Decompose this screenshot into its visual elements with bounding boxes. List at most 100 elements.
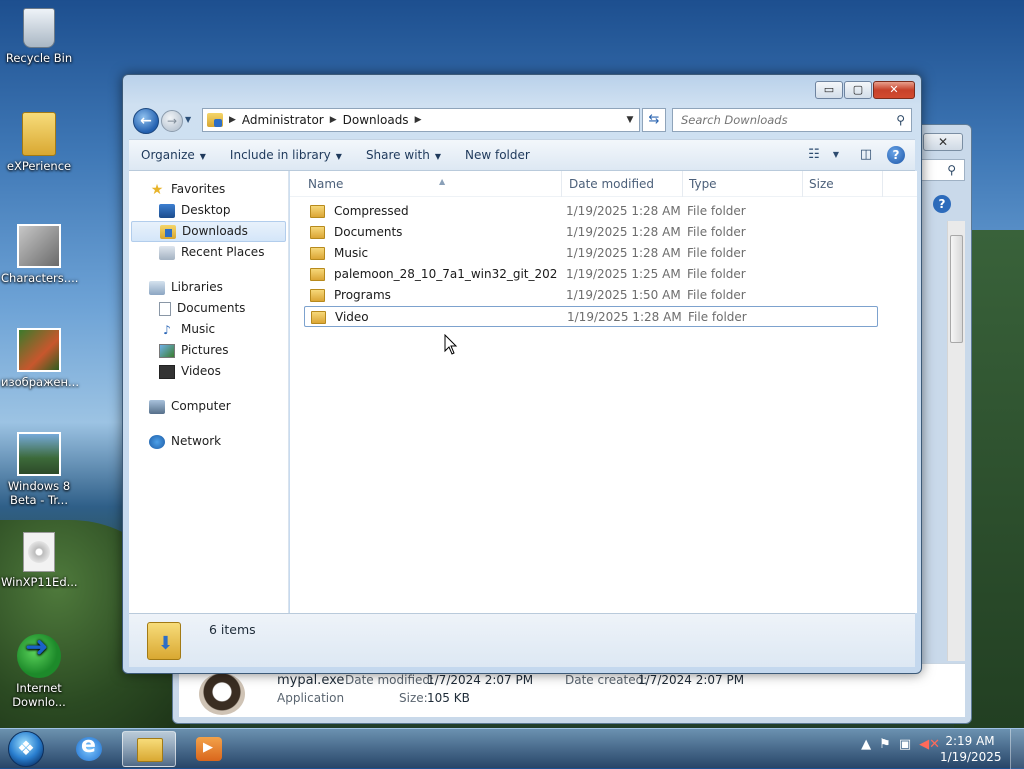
view-options-icon[interactable]: ☷ <box>799 144 829 166</box>
breadcrumb-administrator[interactable]: Administrator <box>242 113 324 127</box>
details-file-name: mypal.exe <box>277 673 345 688</box>
media-player-icon <box>196 737 222 761</box>
nav-libraries[interactable]: Libraries <box>129 277 288 298</box>
help-icon[interactable]: ? <box>887 146 905 164</box>
breadcrumb-arrow-icon[interactable]: ▶ <box>330 115 337 125</box>
back-button[interactable]: ← <box>133 108 159 134</box>
nav-documents[interactable]: Documents <box>129 298 288 319</box>
nav-desktop[interactable]: Desktop <box>129 200 288 221</box>
nav-recent-places[interactable]: Recent Places <box>129 242 288 263</box>
table-row-focused[interactable]: Video 1/19/2025 1:28 AM File folder <box>304 306 878 327</box>
preview-pane-icon[interactable]: ◫ <box>851 144 881 166</box>
arrow-right-icon: → <box>166 114 178 128</box>
details-size-label: Size: <box>399 691 428 705</box>
background-scrollbar[interactable] <box>947 221 965 661</box>
libraries-icon <box>149 280 165 295</box>
table-row[interactable]: Programs 1/19/2025 1:50 AM File folder <box>304 285 878 306</box>
breadcrumb-downloads[interactable]: Downloads <box>343 113 409 127</box>
file-date: 1/19/2025 1:28 AM <box>566 204 681 218</box>
downloads-folder-icon <box>147 622 181 660</box>
action-center-flag-icon[interactable]: ⚑ <box>879 737 891 752</box>
search-icon[interactable]: ⚲ <box>896 113 905 127</box>
details-date-modified: 1/7/2024 2:07 PM <box>427 673 534 687</box>
desktop-icon-idm[interactable]: Internet Downlo... <box>1 634 77 709</box>
show-desktop-button[interactable] <box>1010 729 1024 769</box>
volume-muted-icon[interactable]: ◀✕ <box>919 737 940 752</box>
nav-music[interactable]: ♪ Music <box>129 319 288 340</box>
image-icon <box>17 224 61 268</box>
desktop-icon-windows8[interactable]: Windows 8 Beta - Tr... <box>1 432 77 507</box>
maximize-button[interactable]: ▢ <box>844 81 872 99</box>
table-row[interactable]: Music 1/19/2025 1:28 AM File folder <box>304 243 878 264</box>
network-tray-icon[interactable]: ▣ <box>899 737 911 752</box>
nav-network[interactable]: Network <box>129 431 288 452</box>
forward-button[interactable]: → <box>161 110 183 132</box>
background-search-box[interactable]: ⚲ <box>921 159 965 181</box>
view-dropdown-icon[interactable]: ▼ <box>829 144 843 166</box>
search-icon: ⚲ <box>947 163 956 177</box>
column-header-size[interactable]: Size <box>803 171 883 197</box>
file-type: File folder <box>688 310 747 324</box>
nav-favorites[interactable]: ★ Favorites <box>129 179 288 200</box>
clock[interactable]: 2:19 AM 1/19/2025 <box>940 733 1002 765</box>
table-row[interactable]: palemoon_28_10_7a1_win32_git_202 1/19/202… <box>304 264 878 285</box>
file-list-pane[interactable]: Name ▲ Date modified Type Size Compressed… <box>290 171 917 613</box>
nav-videos[interactable]: Videos <box>129 361 288 382</box>
file-rows: Compressed 1/19/2025 1:28 AM File folder D… <box>304 201 878 327</box>
new-folder-button[interactable]: New folder <box>453 143 542 167</box>
breadcrumb-arrow-icon[interactable]: ▶ <box>415 115 422 125</box>
breadcrumb-arrow-icon[interactable]: ▶ <box>229 115 236 125</box>
file-date: 1/19/2025 1:28 AM <box>566 225 681 239</box>
table-row[interactable]: Compressed 1/19/2025 1:28 AM File folder <box>304 201 878 222</box>
downloads-folder-icon <box>207 113 223 127</box>
computer-icon <box>149 399 165 414</box>
nav-computer[interactable]: Computer <box>129 396 288 417</box>
minimize-button[interactable]: ▭ <box>815 81 843 99</box>
desktop-icon-characters[interactable]: Characters.... <box>1 224 78 285</box>
file-type: File folder <box>687 225 746 239</box>
taskbar-media-player[interactable] <box>182 731 236 767</box>
desktop-icon-winxp[interactable]: WinXP11Ed... <box>1 532 78 589</box>
folder-icon <box>310 268 325 281</box>
show-hidden-icons-icon[interactable]: ▲ <box>861 737 871 752</box>
share-with-label: Share with <box>365 148 430 162</box>
taskbar-windows-explorer[interactable] <box>122 731 176 767</box>
file-details: mypal.exe Application Date modified: 1/7… <box>193 671 953 723</box>
recent-pages-button[interactable]: ▼ <box>185 115 195 127</box>
explorer-window[interactable]: ▭ ▢ ✕ ← → ▼ ▶ Administrator ▶ Downloads … <box>122 74 922 674</box>
help-icon[interactable]: ? <box>933 195 951 213</box>
disc-image-icon <box>23 532 55 572</box>
status-bar: 6 items <box>129 613 915 667</box>
desktop-icon-image[interactable]: изображен... <box>1 328 79 389</box>
organize-button[interactable]: Organize ▼ <box>129 143 218 167</box>
navigation-bar: ← → ▼ ▶ Administrator ▶ Downloads ▶ ▼ ⇆ … <box>131 107 913 135</box>
file-name: Music <box>334 246 369 260</box>
refresh-button[interactable]: ⇆ <box>642 108 666 132</box>
column-header-date-modified[interactable]: Date modified <box>563 171 683 197</box>
nav-pictures[interactable]: Pictures <box>129 340 288 361</box>
nav-downloads[interactable]: Downloads <box>131 221 286 242</box>
column-header-name[interactable]: Name ▲ <box>302 171 562 197</box>
column-label: Name <box>308 177 344 191</box>
nav-label: Libraries <box>171 280 223 294</box>
folder-icon <box>310 205 325 218</box>
share-with-button[interactable]: Share with ▼ <box>354 143 453 167</box>
taskbar-internet-explorer[interactable] <box>62 731 116 767</box>
address-bar[interactable]: ▶ Administrator ▶ Downloads ▶ ▼ <box>202 108 640 132</box>
desktop-icon-recycle-bin[interactable]: Recycle Bin <box>1 8 77 65</box>
close-button[interactable]: ✕ <box>873 81 915 99</box>
include-in-library-button[interactable]: Include in library ▼ <box>218 143 354 167</box>
recent-places-icon <box>159 245 175 260</box>
desktop-icon-experience[interactable]: eXPerience <box>1 112 77 173</box>
address-dropdown-icon[interactable]: ▼ <box>621 115 639 125</box>
table-row[interactable]: Documents 1/19/2025 1:28 AM File folder <box>304 222 878 243</box>
desktop-icon-label: WinXP11Ed... <box>1 575 78 589</box>
column-header-type[interactable]: Type <box>683 171 803 197</box>
search-box[interactable]: ⚲ <box>672 108 912 132</box>
nav-label: Downloads <box>182 224 248 238</box>
search-input[interactable] <box>679 112 897 128</box>
scrollbar-thumb[interactable] <box>950 235 963 343</box>
start-button[interactable] <box>8 731 44 767</box>
background-close-button[interactable]: ✕ <box>923 133 963 151</box>
